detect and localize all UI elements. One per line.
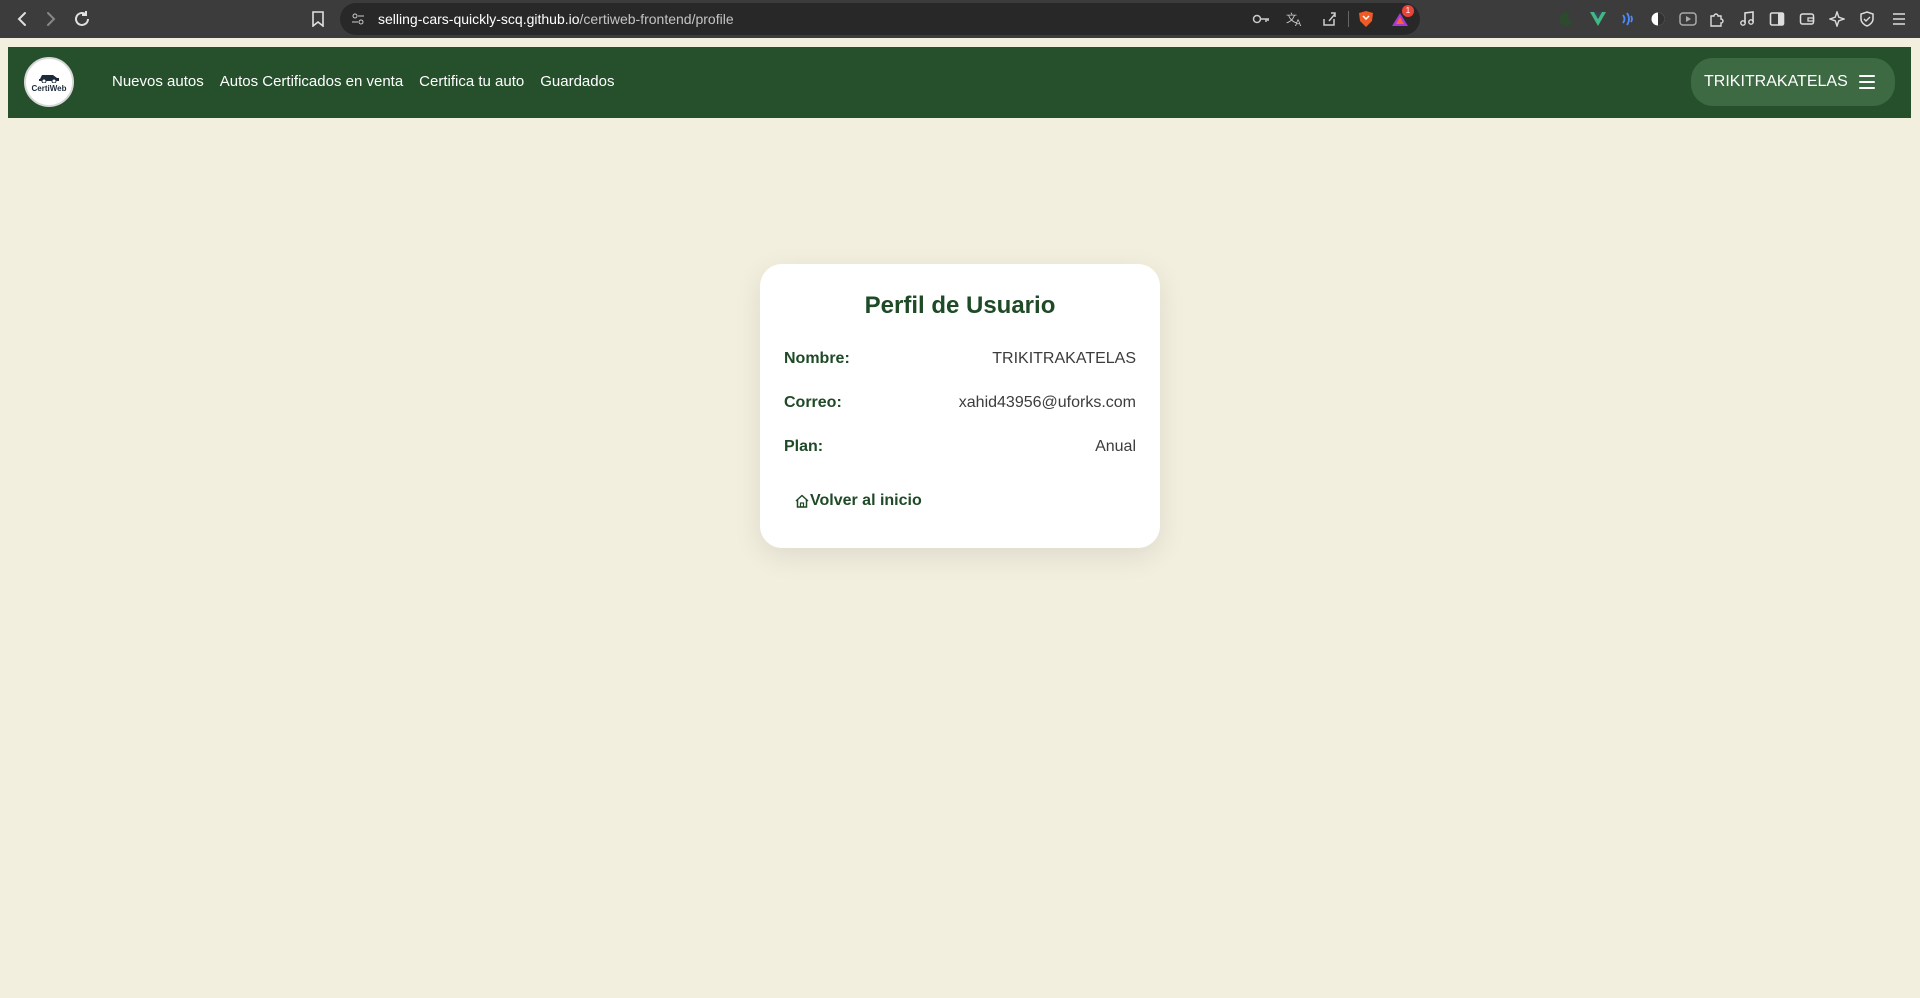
address-bar[interactable]: selling-cars-quickly-scq.github.io/certi… xyxy=(340,3,1420,35)
key-icon[interactable] xyxy=(1251,9,1271,29)
wallet-icon[interactable] xyxy=(1797,9,1817,29)
user-name: TRIKITRAKATELAS xyxy=(1704,73,1848,90)
field-label: Plan: xyxy=(784,438,824,455)
profile-row-plan: Plan: Anual xyxy=(784,438,1136,460)
certiweb-logo[interactable]: CertiWeb xyxy=(24,57,74,107)
field-value: Anual xyxy=(1095,438,1136,455)
share-icon[interactable] xyxy=(1319,9,1339,29)
notification-badge: 1 xyxy=(1402,5,1414,17)
puzzle-extensions-icon[interactable] xyxy=(1707,9,1727,29)
sidebar-icon[interactable] xyxy=(1767,9,1787,29)
profile-card: Perfil de Usuario Nombre: TRIKITRAKATELA… xyxy=(760,264,1160,548)
url-host: selling-cars-quickly-scq.github.io xyxy=(378,11,580,27)
car-logo-icon xyxy=(39,75,59,83)
browser-toolbar: selling-cars-quickly-scq.github.io/certi… xyxy=(0,0,1920,38)
contrast-icon[interactable] xyxy=(1648,9,1668,29)
nav-link-certifica-tu-auto[interactable]: Certifica tu auto xyxy=(419,73,524,90)
brave-rewards-icon[interactable]: 1 xyxy=(1390,5,1414,29)
nav-link-nuevos-autos[interactable]: Nuevos autos xyxy=(112,73,204,90)
field-value: TRIKITRAKATELAS xyxy=(992,350,1136,367)
field-value: xahid43956@uforks.com xyxy=(958,394,1136,411)
reload-icon[interactable] xyxy=(70,7,94,31)
nav-links: Nuevos autos Autos Certificados en venta… xyxy=(112,73,630,90)
svg-text:A: A xyxy=(1295,19,1302,27)
page-top-strip xyxy=(0,38,1920,47)
back-icon[interactable] xyxy=(10,7,34,31)
browser-menu-icon[interactable] xyxy=(1889,9,1909,29)
hamburger-menu-icon xyxy=(1859,75,1875,89)
forward-icon[interactable] xyxy=(39,7,63,31)
audio-wave-icon[interactable] xyxy=(1617,9,1637,29)
home-icon xyxy=(795,494,809,508)
address-divider xyxy=(1348,11,1349,27)
app-navbar: CertiWeb Nuevos autos Autos Certificados… xyxy=(8,47,1911,118)
profile-row-nombre: Nombre: TRIKITRAKATELAS xyxy=(784,350,1136,372)
moon-extension-icon[interactable] xyxy=(1557,9,1577,29)
bookmark-icon[interactable] xyxy=(306,7,330,31)
url-text: selling-cars-quickly-scq.github.io/certi… xyxy=(378,11,734,27)
field-label: Correo: xyxy=(784,394,842,411)
profile-row-correo: Correo: xahid43956@uforks.com xyxy=(784,394,1136,416)
brave-shield-icon[interactable] xyxy=(1356,9,1376,29)
field-label: Nombre: xyxy=(784,350,850,367)
vue-devtools-icon[interactable] xyxy=(1588,9,1608,29)
logo-text: CertiWeb xyxy=(31,84,67,93)
nav-link-guardados[interactable]: Guardados xyxy=(540,73,614,90)
video-icon[interactable] xyxy=(1678,9,1698,29)
back-home-label: Volver al inicio xyxy=(810,492,922,509)
translate-icon[interactable]: 文A xyxy=(1285,9,1305,29)
music-note-icon[interactable] xyxy=(1737,9,1757,29)
leo-ai-icon[interactable] xyxy=(1827,9,1847,29)
url-path: /certiweb-frontend/profile xyxy=(579,11,734,27)
vpn-shield-icon[interactable] xyxy=(1857,9,1877,29)
site-settings-icon[interactable] xyxy=(348,9,368,29)
user-menu-button[interactable]: TRIKITRAKATELAS xyxy=(1691,58,1895,106)
back-home-button[interactable]: Volver al inicio xyxy=(794,492,922,510)
nav-link-autos-certificados[interactable]: Autos Certificados en venta xyxy=(220,73,403,90)
page-title: Perfil de Usuario xyxy=(864,292,1056,319)
